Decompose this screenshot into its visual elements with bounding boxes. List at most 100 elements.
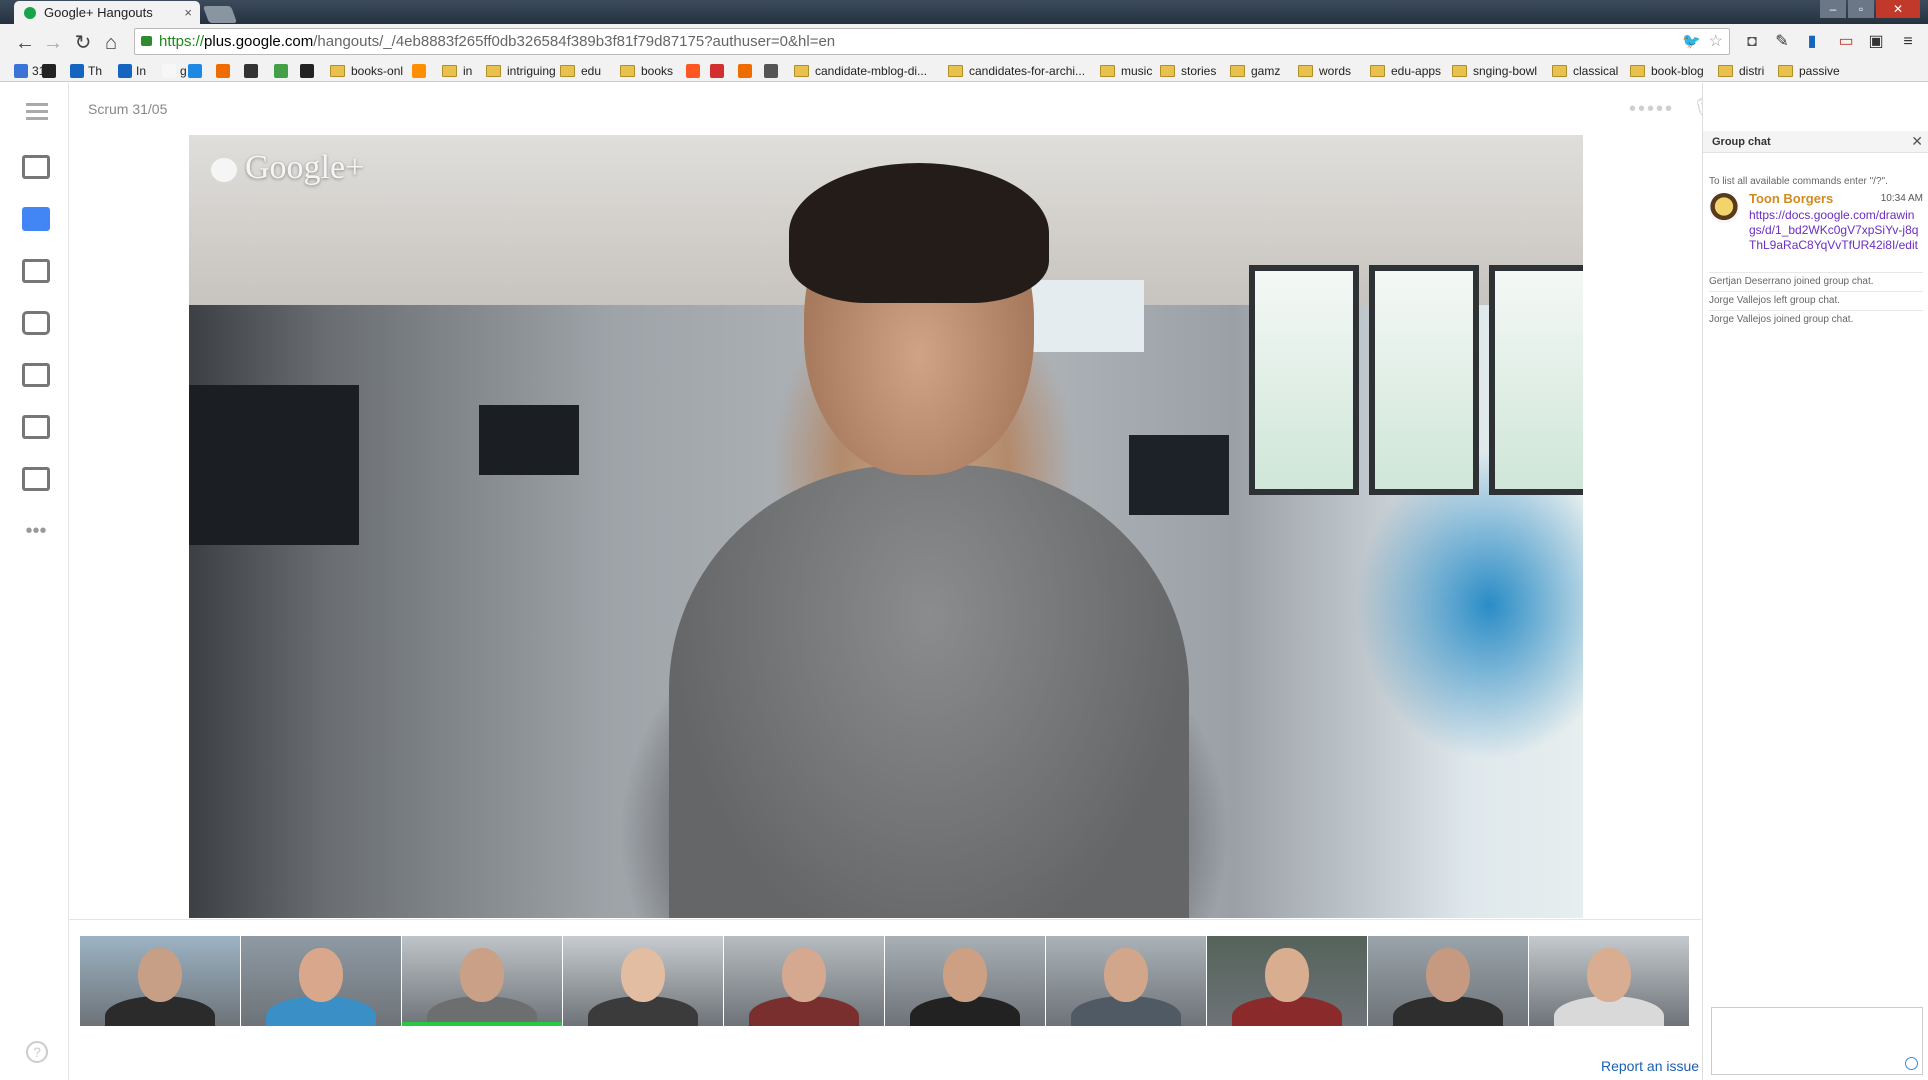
participant-thumbnail[interactable] [1207, 936, 1368, 1026]
bookmark-folder[interactable]: books [620, 63, 673, 79]
forward-icon[interactable]: → [40, 30, 66, 56]
site-favicon-icon [244, 64, 258, 78]
camera-icon[interactable] [20, 307, 52, 339]
site-favicon-icon [118, 64, 132, 78]
menu-icon[interactable] [26, 103, 48, 124]
bookmark-folder[interactable]: candidates-for-archi... [948, 63, 1085, 79]
bookmark-folder[interactable]: snging-bowl [1452, 63, 1537, 79]
bookmark-item[interactable] [738, 63, 756, 79]
bookmark-folder[interactable]: classical [1552, 63, 1618, 79]
minimize-icon[interactable]: – [1820, 0, 1846, 18]
bookmark-folder[interactable]: distri [1718, 63, 1764, 79]
bookmark-star-icon[interactable]: ☆ [1709, 29, 1723, 54]
bookmark-label: words [1319, 64, 1352, 78]
bookmark-item[interactable] [188, 63, 206, 79]
close-tab-icon[interactable]: × [184, 5, 192, 20]
volume-icon[interactable]: ••••• [1629, 97, 1672, 121]
site-favicon-icon [710, 64, 724, 78]
screenshot-extension-icon[interactable]: ▣ [1866, 32, 1886, 52]
site-favicon-icon [738, 64, 752, 78]
bookmark-folder[interactable]: stories [1160, 63, 1216, 79]
new-tab-button[interactable] [202, 6, 238, 23]
bookmark-item[interactable] [216, 63, 234, 79]
site-favicon-icon [14, 64, 28, 78]
pocket-icon[interactable]: ◘ [1742, 32, 1762, 52]
more-icon[interactable]: ••• [20, 515, 52, 547]
toolbox-icon[interactable] [20, 411, 52, 443]
participant-thumbnail[interactable] [724, 936, 885, 1026]
close-chat-icon[interactable]: ✕ [1911, 133, 1923, 150]
participant-thumbnail[interactable] [563, 936, 724, 1026]
reload-icon[interactable]: ↻ [70, 30, 96, 56]
bookmark-label: in [463, 64, 473, 78]
site-favicon-icon [412, 64, 426, 78]
filmstrip-divider [69, 919, 1701, 920]
site-favicon-icon [188, 64, 202, 78]
participant-thumbnail[interactable] [80, 936, 241, 1026]
bookmark-item[interactable] [412, 63, 430, 79]
bookmark-folder[interactable]: music [1100, 63, 1152, 79]
window-controls: – ▫ ✕ [1818, 0, 1920, 18]
add-person-icon[interactable] [20, 151, 52, 183]
bookmark-item[interactable] [686, 63, 704, 79]
effects-icon[interactable] [20, 359, 52, 391]
stats-extension-icon[interactable]: ▮ [1802, 32, 1822, 52]
report-issue-link[interactable]: Report an issue [1601, 1058, 1699, 1074]
participant-face [1426, 948, 1470, 1002]
bookmark-item[interactable] [244, 63, 262, 79]
participant-face [943, 948, 987, 1002]
bookmark-item[interactable]: g [162, 63, 187, 79]
emoji-icon[interactable] [1905, 1057, 1918, 1070]
bookmark-folder[interactable]: edu [560, 63, 601, 79]
participant-face [460, 948, 504, 1002]
bookmark-folder[interactable]: gamz [1230, 63, 1280, 79]
participant-thumbnail[interactable] [241, 936, 402, 1026]
left-rail: ••• ? [0, 83, 69, 1080]
close-window-icon[interactable]: ✕ [1876, 0, 1920, 18]
chrome-menu-icon[interactable]: ≡ [1898, 32, 1918, 52]
message-link[interactable]: https://docs.google.com/drawings/d/1_bd2… [1749, 208, 1919, 253]
bookmark-label: books-onl [351, 64, 404, 78]
bookmark-item[interactable] [274, 63, 292, 79]
bookmark-folder[interactable]: books-onl [330, 63, 403, 79]
participant-thumbnail[interactable] [402, 936, 563, 1026]
maximize-icon[interactable]: ▫ [1848, 0, 1874, 18]
help-icon[interactable]: ? [26, 1041, 48, 1063]
home-icon[interactable]: ⌂ [98, 30, 124, 56]
bookmark-folder[interactable]: candidate-mblog-di... [794, 63, 927, 79]
bookmark-item[interactable] [764, 63, 782, 79]
bookmark-label: classical [1573, 64, 1619, 78]
bookmark-item[interactable] [300, 63, 318, 79]
bookmark-folder[interactable]: book-blog [1630, 63, 1704, 79]
participant-thumbnail[interactable] [1529, 936, 1690, 1026]
mail-extension-icon[interactable]: ▭ [1836, 32, 1856, 52]
bookmark-item[interactable] [710, 63, 728, 79]
bookmark-folder[interactable]: passive [1778, 63, 1840, 79]
bookmark-item[interactable]: Th [70, 63, 102, 79]
bookmark-folder[interactable]: in [442, 63, 472, 79]
pencil-icon[interactable]: ✎ [1772, 32, 1792, 52]
bookmark-label: candidate-mblog-di... [815, 64, 928, 78]
browser-tab[interactable]: Google+ Hangouts × [14, 1, 200, 24]
bookmark-folder[interactable]: intriguing [486, 63, 556, 79]
back-icon[interactable]: ← [12, 30, 38, 56]
bookmark-folder[interactable]: edu-apps [1370, 63, 1441, 79]
office-window [1249, 265, 1359, 495]
screenshare-icon[interactable] [20, 255, 52, 287]
browser-toolbar: ← → ↻ ⌂ https://plus.google.com/hangouts… [0, 24, 1928, 60]
address-bar[interactable]: https://plus.google.com/hangouts/_/4eb88… [134, 28, 1730, 55]
chat-input[interactable] [1711, 1007, 1923, 1075]
bookmark-folder[interactable]: words [1298, 63, 1351, 79]
twitter-icon[interactable]: 🐦 [1682, 29, 1701, 54]
chat-icon[interactable] [20, 203, 52, 235]
participant-thumbnail[interactable] [1368, 936, 1529, 1026]
participant-face [1587, 948, 1631, 1002]
participant-thumbnail[interactable] [1046, 936, 1207, 1026]
bookmark-item[interactable] [42, 63, 60, 79]
folder-icon [1778, 65, 1793, 77]
bookmark-item[interactable]: 31 [14, 63, 45, 79]
remote-desktop-icon[interactable] [20, 463, 52, 495]
participant-thumbnail[interactable] [885, 936, 1046, 1026]
bookmark-label: gamz [1251, 64, 1281, 78]
bookmark-item[interactable]: In [118, 63, 146, 79]
